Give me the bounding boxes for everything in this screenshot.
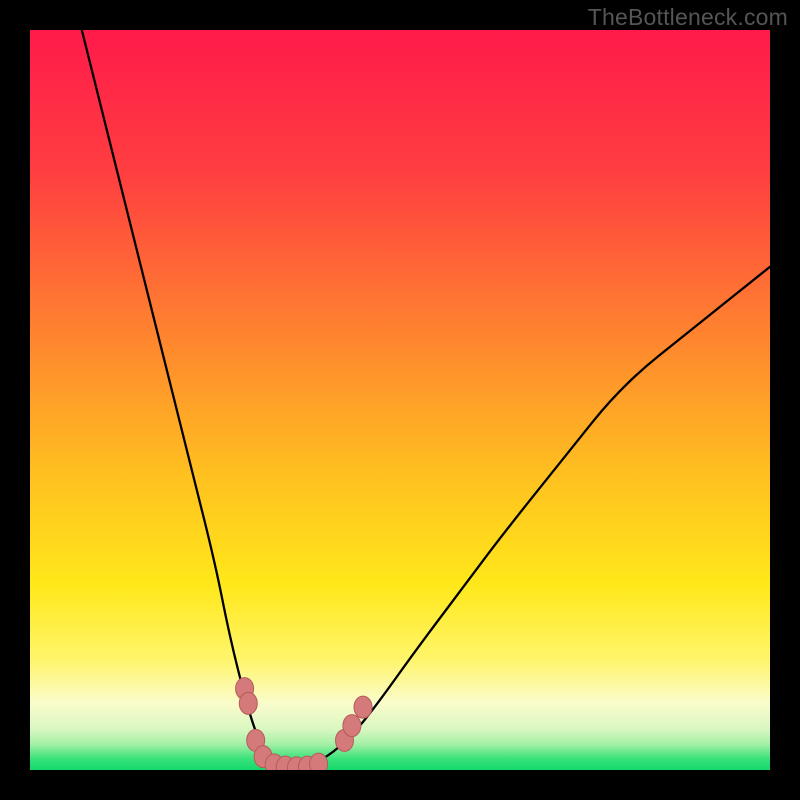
outer-frame: TheBottleneck.com <box>0 0 800 800</box>
watermark-text: TheBottleneck.com <box>588 4 788 31</box>
curve-layer <box>30 30 770 770</box>
bottleneck-curve <box>82 30 770 767</box>
data-marker <box>310 753 328 770</box>
data-marker <box>343 715 361 737</box>
plot-area <box>30 30 770 770</box>
data-marker <box>354 696 372 718</box>
data-marker <box>239 692 257 714</box>
marker-group <box>236 678 372 770</box>
